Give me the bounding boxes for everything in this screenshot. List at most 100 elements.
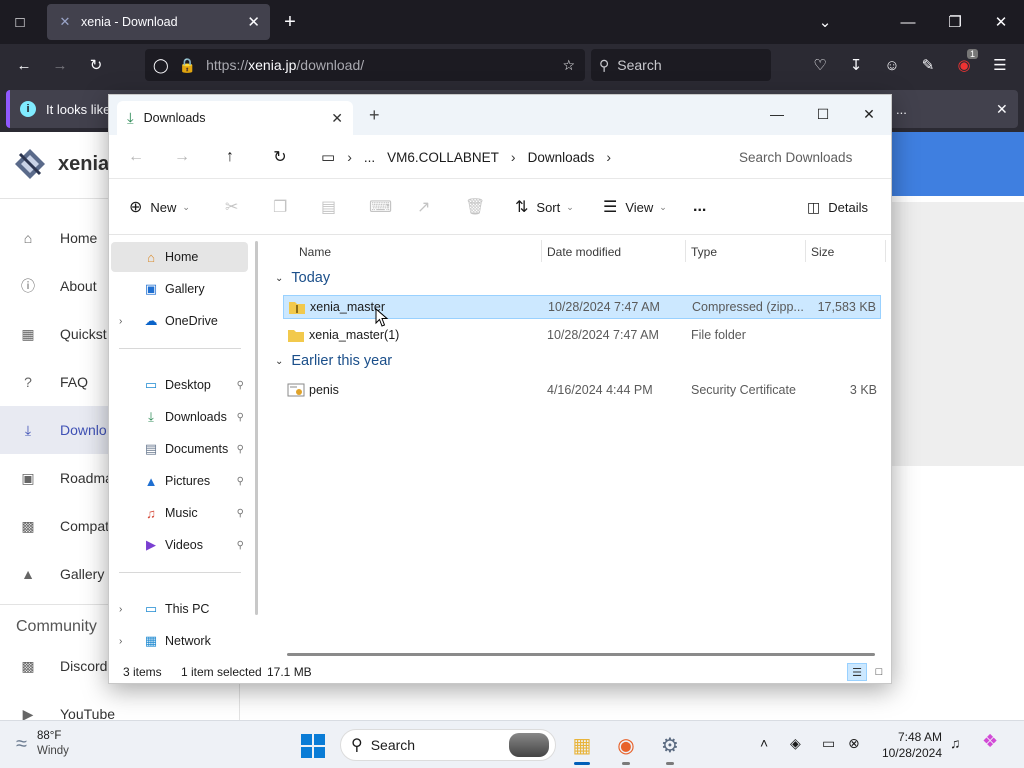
column-header-type[interactable]: Type [691, 240, 717, 264]
breadcrumb[interactable]: ▭ › ... VM6.COLLABNET › Downloads › [313, 141, 717, 173]
close-window-icon[interactable]: ✕ [987, 8, 1015, 36]
pocket-icon[interactable]: ♡ [806, 51, 834, 79]
share-icon[interactable]: ↗ [417, 193, 430, 221]
vpn-icon[interactable]: ◈ [790, 735, 801, 752]
rename-icon[interactable]: ⌨ [369, 193, 392, 221]
sidebar-item-documents[interactable]: ▤ Documents ⚲ [111, 434, 248, 464]
url-bar[interactable]: ◯ 🔒 https:// xenia.jp /download/ ☆ [145, 49, 585, 81]
sidebar-item-network[interactable]: › ▦ Network [111, 626, 248, 656]
explorer-tab[interactable]: ⤓ Downloads ✕ [117, 101, 353, 135]
cut-icon[interactable]: ✂ [225, 193, 238, 221]
group-header-earlier-this-year[interactable]: ⌄ Earlier this year [275, 353, 392, 369]
minimize-window-icon[interactable]: — [894, 8, 922, 36]
new-tab-icon[interactable]: + [369, 105, 380, 126]
taskbar-search[interactable]: ⚲ Search [340, 729, 556, 761]
site-logo[interactable]: xenia [12, 146, 109, 182]
pin-icon[interactable]: ⚲ [237, 476, 244, 487]
extensions-icon[interactable]: ✎ [914, 51, 942, 79]
breadcrumb-folder[interactable]: Downloads [528, 150, 595, 165]
sidebar-item-downloads[interactable]: ⤓ Downloads ⚲ [111, 402, 248, 432]
weather-widget[interactable]: ≈ 88°F Windy [16, 729, 69, 759]
details-button[interactable]: ◫ Details [807, 193, 868, 221]
sort-button[interactable]: ⇅ Sort ⌄ [515, 193, 574, 221]
bookmark-star-icon[interactable]: ☆ [562, 57, 575, 74]
restore-window-icon[interactable]: ❐ [941, 8, 969, 36]
menu-icon[interactable]: ☰ [986, 51, 1014, 79]
expand-chevron-icon[interactable]: › [119, 636, 133, 647]
maximize-icon[interactable]: ☐ [803, 101, 843, 127]
breadcrumb-machine[interactable]: VM6.COLLABNET [387, 150, 499, 165]
lock-icon[interactable]: 🔒 [179, 57, 196, 74]
sidebar-item-onedrive[interactable]: › ☁ OneDrive [111, 306, 248, 336]
file-row-xenia-master-folder[interactable]: xenia_master(1) 10/28/2024 7:47 AM File … [283, 323, 881, 347]
minimize-icon[interactable]: — [757, 101, 797, 127]
tab-overflow-chevron-icon[interactable]: ⌄ [811, 8, 839, 36]
notification-bell-icon[interactable]: ♫ [950, 735, 961, 751]
shield-icon[interactable]: ◯ [153, 57, 169, 74]
downloads-icon[interactable]: ↧ [842, 51, 870, 79]
pin-icon[interactable]: ⚲ [237, 508, 244, 519]
view-button[interactable]: ☰ View ⌄ [603, 193, 667, 221]
group-header-today[interactable]: ⌄ Today [275, 270, 330, 286]
back-arrow-icon[interactable]: ← [121, 143, 151, 171]
more-options-button[interactable]: ... [693, 193, 706, 221]
paste-icon[interactable]: ▤ [321, 193, 336, 221]
sidebar-item-videos[interactable]: ▶ Videos ⚲ [111, 530, 248, 560]
chevron-right-icon[interactable]: › [511, 149, 516, 165]
expand-chevron-icon[interactable]: › [119, 316, 133, 327]
pin-icon[interactable]: ⚲ [237, 412, 244, 423]
details-view-icon[interactable]: ☰ [847, 663, 867, 681]
browser-search-box[interactable]: ⚲ Search [591, 49, 771, 81]
pin-icon[interactable]: ⚲ [237, 444, 244, 455]
chevron-right-icon[interactable]: › [606, 149, 611, 165]
expand-chevron-icon[interactable]: › [119, 604, 133, 615]
monitor-icon[interactable]: ▭ [321, 148, 335, 166]
browser-tab[interactable]: ✕ xenia - Download ✕ [47, 4, 270, 40]
windows-start-icon[interactable] [300, 733, 326, 759]
account-icon[interactable]: ☺ [878, 51, 906, 79]
copy-icon[interactable]: ❐ [273, 193, 287, 221]
notification-more[interactable]: ... [896, 102, 907, 117]
taskbar-firefox[interactable]: ◉ [610, 729, 642, 765]
new-tab-icon[interactable]: + [276, 8, 304, 36]
sidebar-item-pictures[interactable]: ▲ Pictures ⚲ [111, 466, 248, 496]
tiles-view-icon[interactable]: □ [869, 663, 889, 681]
sidebar-item-music[interactable]: ♫ Music ⚲ [111, 498, 248, 528]
sidebar-scrollbar[interactable] [255, 241, 258, 615]
chevron-right-icon[interactable]: › [347, 149, 352, 165]
sidebar-item-gallery[interactable]: ▣ Gallery [111, 274, 248, 304]
copilot-icon[interactable]: ❖ [982, 731, 998, 752]
reload-icon[interactable]: ↻ [82, 51, 110, 79]
breadcrumb-more[interactable]: ... [364, 150, 375, 165]
show-hidden-icons-chevron-icon[interactable]: ˄ [760, 735, 768, 751]
display-icon[interactable]: ▭ [822, 735, 835, 752]
close-tab-icon[interactable]: ✕ [331, 110, 343, 127]
taskbar-settings[interactable]: ⚙ [654, 729, 686, 765]
forward-arrow-icon[interactable]: → [167, 143, 197, 171]
column-separator[interactable] [685, 240, 686, 262]
pin-icon[interactable]: ⚲ [237, 380, 244, 391]
column-header-size[interactable]: Size [811, 240, 834, 264]
network-status-icon[interactable]: ⊗ [848, 735, 860, 752]
file-row-xenia-master-zip[interactable]: xenia_master 10/28/2024 7:47 AM Compress… [283, 295, 881, 319]
column-header-name[interactable]: Name [299, 240, 331, 264]
ublock-icon[interactable]: ◉ 1 [950, 49, 978, 79]
horizontal-scrollbar[interactable] [287, 653, 875, 656]
close-icon[interactable]: ✕ [849, 101, 889, 127]
delete-icon[interactable]: 🗑 [465, 193, 485, 221]
column-separator[interactable] [541, 240, 542, 262]
tab-list-icon[interactable]: □ [6, 8, 34, 36]
forward-icon[interactable]: → [46, 51, 74, 79]
sidebar-item-this-pc[interactable]: › ▭ This PC [111, 594, 248, 624]
column-separator[interactable] [805, 240, 806, 262]
file-row-penis-certificate[interactable]: penis 4/16/2024 4:44 PM Security Certifi… [283, 378, 881, 402]
back-icon[interactable]: ← [10, 51, 38, 79]
clock[interactable]: 7:48 AM 10/28/2024 [872, 729, 942, 761]
pin-icon[interactable]: ⚲ [237, 540, 244, 551]
sidebar-item-home[interactable]: ⌂ Home [111, 242, 248, 272]
search-downloads-input[interactable]: Search Downloads [723, 141, 885, 173]
up-arrow-icon[interactable]: ↑ [215, 143, 245, 171]
new-button[interactable]: ⊕ New ⌄ [129, 193, 190, 221]
refresh-icon[interactable]: ↻ [265, 143, 295, 171]
taskbar-file-explorer[interactable]: ▦ [566, 729, 598, 765]
